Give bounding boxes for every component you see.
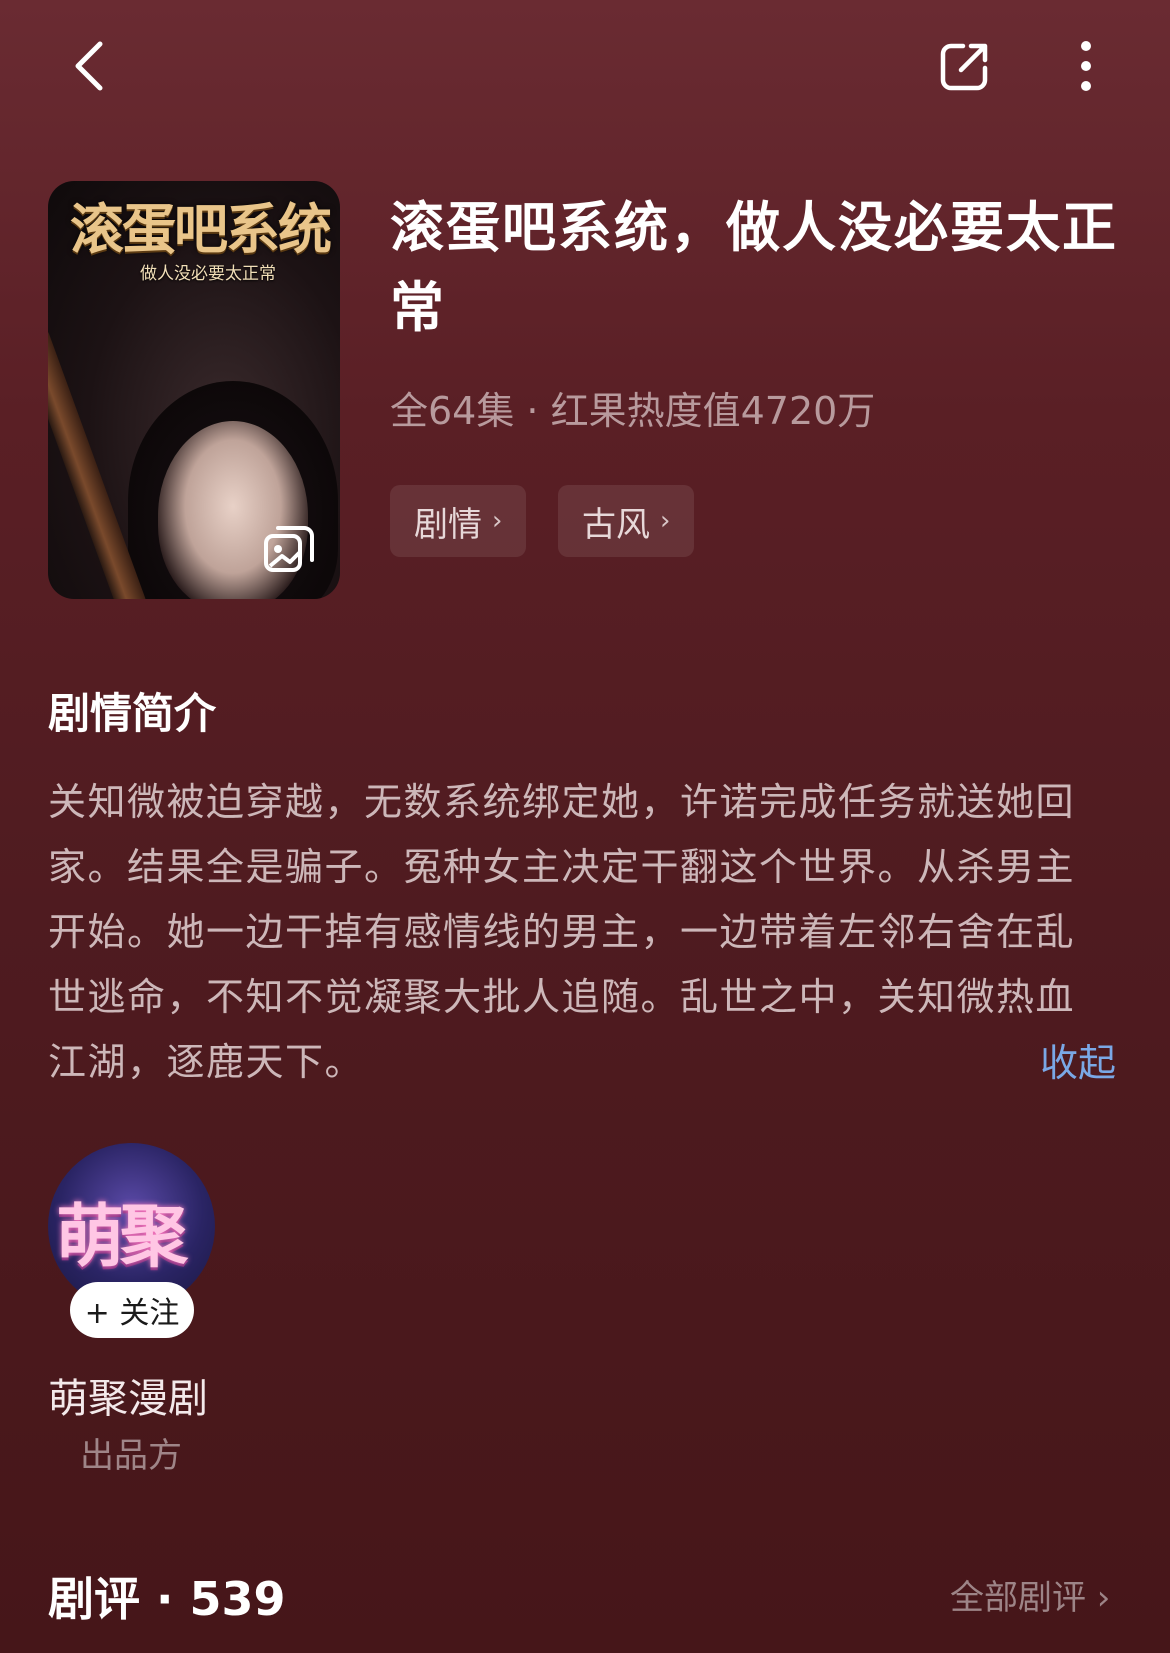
cover-subtitle: 做人没必要太正常 [140, 264, 276, 284]
share-button[interactable] [935, 36, 995, 96]
chevron-right-icon: › [492, 506, 503, 536]
drama-title: 滚蛋吧系统，做人没必要太正常 [390, 196, 1118, 339]
synopsis-text: 关知微被迫穿越，无数系统绑定她，许诺完成任务就送她回家。结果全是骗子。冤种女主决… [48, 780, 1076, 1084]
collapse-link[interactable]: 收起 [1040, 1032, 1116, 1087]
more-button[interactable] [1058, 36, 1114, 96]
back-button[interactable] [60, 36, 120, 96]
more-vertical-icon [1081, 41, 1091, 91]
all-reviews-link[interactable]: 全部剧评 › [950, 1570, 1110, 1619]
tag-drama[interactable]: 剧情 › [390, 485, 527, 557]
gallery-button[interactable] [262, 522, 316, 580]
tag-ancient[interactable]: 古风 › [558, 485, 695, 557]
studio-name[interactable]: 萌聚漫剧 [48, 1366, 208, 1424]
drama-meta: 全64集 · 红果热度值4720万 [390, 389, 876, 433]
tag-label: 古风 [582, 504, 650, 545]
studio-logo-text: 萌聚 [56, 1197, 188, 1277]
cover-title: 滚蛋吧系统 [70, 197, 332, 261]
follow-button[interactable]: + 关注 [70, 1282, 194, 1338]
reviews-heading: 剧评 · 539 [48, 1572, 286, 1626]
chevron-left-icon [75, 41, 103, 91]
studio-role: 出品方 [80, 1436, 182, 1476]
tag-label: 剧情 [414, 504, 482, 545]
gallery-icon [264, 526, 314, 572]
chevron-right-icon: › [660, 506, 671, 536]
synopsis-heading: 剧情简介 [48, 689, 217, 738]
share-icon [940, 43, 988, 91]
